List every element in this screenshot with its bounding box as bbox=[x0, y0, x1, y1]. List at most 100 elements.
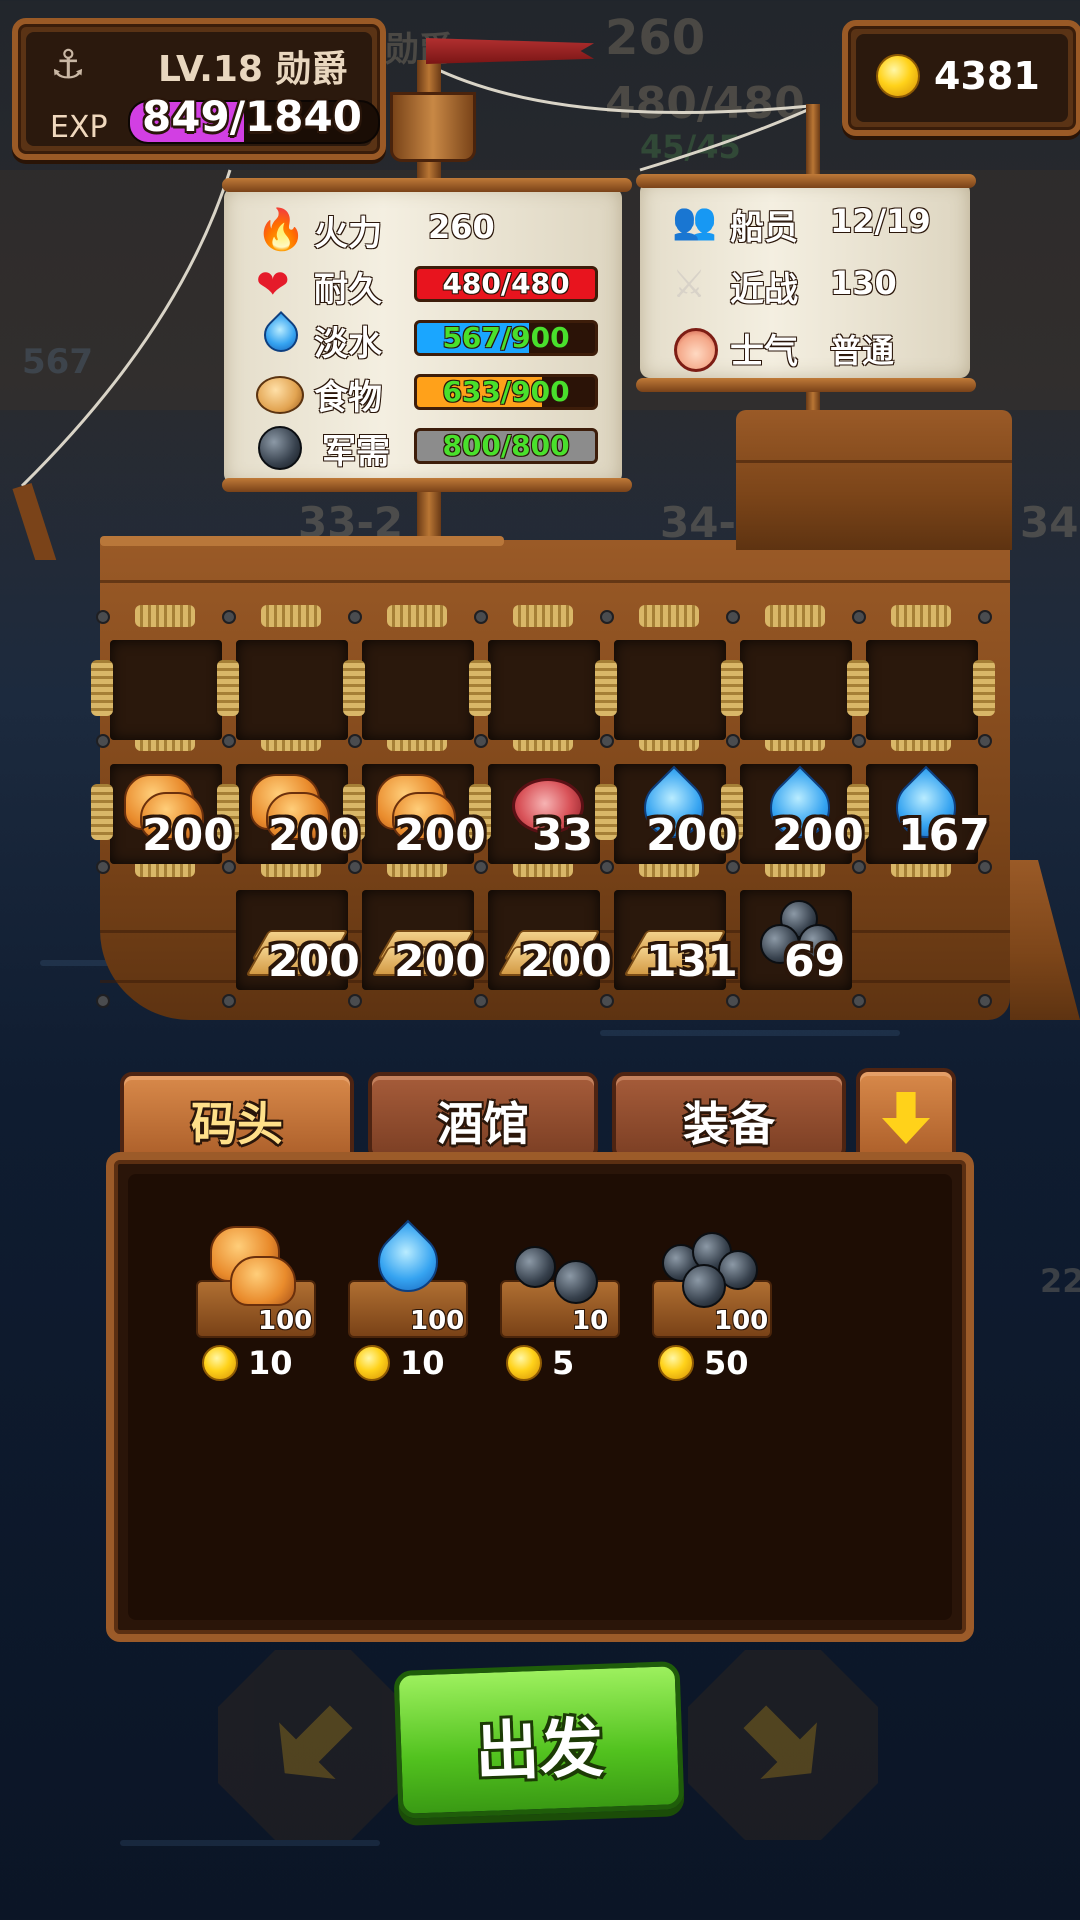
water-bar: 567/900 bbox=[414, 320, 598, 356]
cargo-quantity: 33 bbox=[532, 810, 594, 861]
cannonball-icon bbox=[682, 1264, 726, 1308]
tab-tavern[interactable]: 酒馆 bbox=[368, 1072, 598, 1160]
rivet bbox=[96, 734, 110, 748]
cannonball-icon bbox=[554, 1260, 598, 1304]
durability-label: 耐久 bbox=[314, 270, 382, 310]
cargo-quantity: 200 bbox=[772, 810, 864, 861]
item-price: 10 bbox=[248, 1344, 293, 1382]
cargo-slot[interactable] bbox=[110, 640, 222, 740]
morale-face-icon bbox=[674, 328, 718, 372]
rivet bbox=[348, 610, 362, 624]
item-price: 50 bbox=[704, 1344, 749, 1382]
rivet bbox=[222, 860, 236, 874]
prev-button[interactable] bbox=[218, 1650, 408, 1840]
market-item-cannonball-large[interactable]: 100 50 bbox=[648, 1214, 778, 1384]
rivet bbox=[222, 994, 236, 1008]
water-value: 567/900 bbox=[442, 321, 570, 354]
ship-cabin bbox=[736, 410, 1012, 550]
rope-lashing bbox=[595, 784, 617, 840]
durability-value: 480/480 bbox=[442, 267, 570, 300]
supplies-value: 800/800 bbox=[442, 429, 570, 462]
depart-label: 出发 bbox=[474, 1711, 605, 1791]
rivet bbox=[348, 860, 362, 874]
rope-lashing bbox=[513, 605, 573, 627]
fire-icon: 🔥 bbox=[256, 206, 306, 253]
rope-lashing bbox=[261, 605, 321, 627]
crew-label: 船员 bbox=[730, 208, 798, 248]
firepower-row: 🔥 bbox=[256, 206, 306, 253]
cannonball-icon bbox=[514, 1246, 556, 1288]
rivet bbox=[348, 734, 362, 748]
sail-yard bbox=[222, 478, 632, 492]
rope-lashing bbox=[343, 660, 365, 716]
cargo-quantity: 167 bbox=[898, 810, 990, 861]
next-button[interactable] bbox=[688, 1650, 878, 1840]
market-item-water[interactable]: 100 10 bbox=[344, 1214, 474, 1384]
sail-yard bbox=[636, 174, 976, 188]
rivet bbox=[978, 610, 992, 624]
bread-icon bbox=[230, 1256, 296, 1306]
rope-lashing bbox=[847, 660, 869, 716]
cargo-slot[interactable] bbox=[488, 640, 600, 740]
market-panel: 100 10 100 10 10 5 100 50 bbox=[106, 1152, 974, 1642]
rope-lashing bbox=[973, 660, 995, 716]
rope-lashing bbox=[135, 605, 195, 627]
rivet bbox=[222, 734, 236, 748]
supplies-label: 军需 bbox=[322, 432, 390, 472]
cargo-quantity: 131 bbox=[646, 936, 738, 987]
item-quantity: 10 bbox=[572, 1306, 609, 1336]
arrow-left-down-icon bbox=[256, 1688, 369, 1801]
heart-icon: ❤ bbox=[256, 262, 290, 308]
rivet bbox=[726, 860, 740, 874]
gold-coin-icon bbox=[506, 1345, 542, 1381]
wave bbox=[120, 1840, 380, 1846]
tab-equipment-label: 装备 bbox=[683, 1097, 775, 1151]
cargo-slot[interactable] bbox=[236, 640, 348, 740]
morale-label: 士气 bbox=[730, 332, 798, 372]
cargo-quantity: 200 bbox=[394, 936, 486, 987]
item-price: 5 bbox=[552, 1344, 575, 1382]
cargo-slot[interactable] bbox=[866, 640, 978, 740]
rivet bbox=[726, 734, 740, 748]
rivet bbox=[600, 610, 614, 624]
crew-icon: 👥 bbox=[672, 201, 717, 242]
market-item-bread[interactable]: 100 10 bbox=[192, 1214, 322, 1384]
cargo-quantity: 200 bbox=[646, 810, 738, 861]
rivet bbox=[600, 860, 614, 874]
food-value: 633/900 bbox=[442, 375, 570, 408]
crows-nest bbox=[390, 92, 476, 162]
rope-lashing bbox=[891, 605, 951, 627]
cargo-quantity: 200 bbox=[268, 810, 360, 861]
rivet bbox=[474, 610, 488, 624]
tab-dock-label: 码头 bbox=[191, 1097, 283, 1151]
rivet bbox=[852, 610, 866, 624]
gold-coin-icon bbox=[354, 1345, 390, 1381]
item-quantity: 100 bbox=[410, 1306, 465, 1336]
cargo-quantity: 200 bbox=[142, 810, 234, 861]
rope-lashing bbox=[387, 605, 447, 627]
rope-lashing bbox=[639, 605, 699, 627]
cargo-slot[interactable] bbox=[740, 640, 852, 740]
market-item-cannonball-small[interactable]: 10 5 bbox=[496, 1214, 626, 1384]
rope-lashing bbox=[721, 660, 743, 716]
swords-icon: ⚔ bbox=[672, 262, 707, 306]
firepower-value: 260 bbox=[428, 208, 495, 246]
arrow-down-icon bbox=[882, 1092, 930, 1144]
tab-equipment[interactable]: 装备 bbox=[612, 1072, 846, 1160]
depart-button[interactable]: 出发 bbox=[393, 1661, 685, 1819]
rivet bbox=[96, 610, 110, 624]
arrow-right-down-icon bbox=[726, 1688, 839, 1801]
durability-bar: 480/480 bbox=[414, 266, 598, 302]
rope-lashing bbox=[91, 660, 113, 716]
item-quantity: 100 bbox=[714, 1306, 769, 1336]
rivet bbox=[852, 734, 866, 748]
cargo-quantity: 200 bbox=[268, 936, 360, 987]
water-label: 淡水 bbox=[314, 324, 382, 364]
cargo-slot[interactable] bbox=[362, 640, 474, 740]
cargo-slot[interactable] bbox=[614, 640, 726, 740]
rivet bbox=[474, 860, 488, 874]
rivet bbox=[978, 734, 992, 748]
rope-lashing bbox=[469, 660, 491, 716]
cargo-quantity: 69 bbox=[784, 936, 846, 987]
sail-yard bbox=[222, 178, 632, 192]
